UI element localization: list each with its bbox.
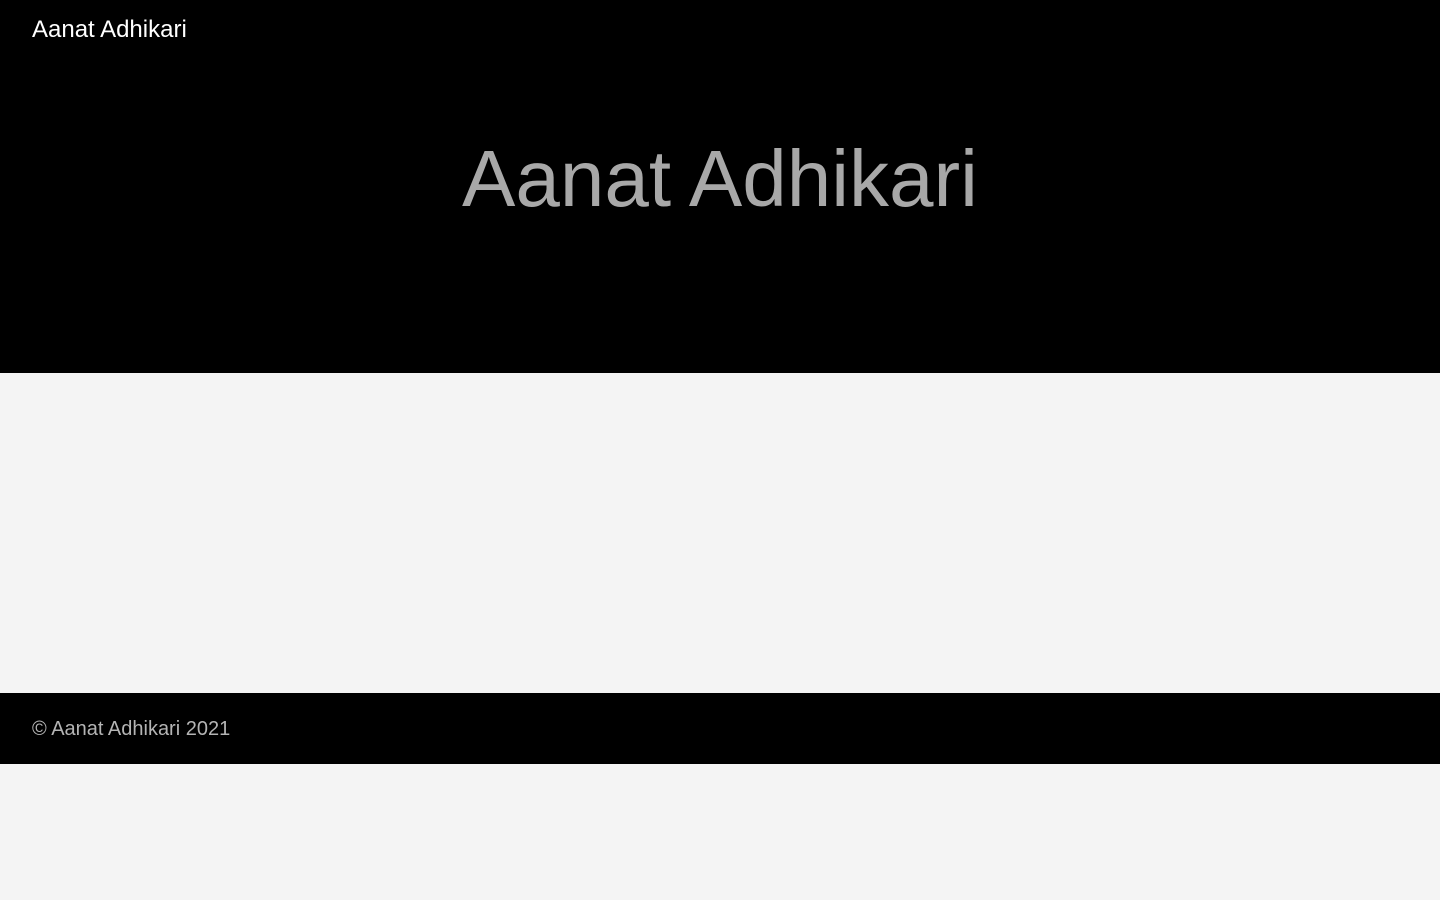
site-header: Aanat Adhikari Aanat Adhikari [0,0,1440,373]
main-content [0,373,1440,693]
page-background-bottom [0,764,1440,900]
footer-copyright: © Aanat Adhikari 2021 [32,718,231,740]
site-footer: © Aanat Adhikari 2021 [0,693,1440,764]
site-name-link[interactable]: Aanat Adhikari [32,16,187,44]
hero-title: Aanat Adhikari [462,134,978,223]
